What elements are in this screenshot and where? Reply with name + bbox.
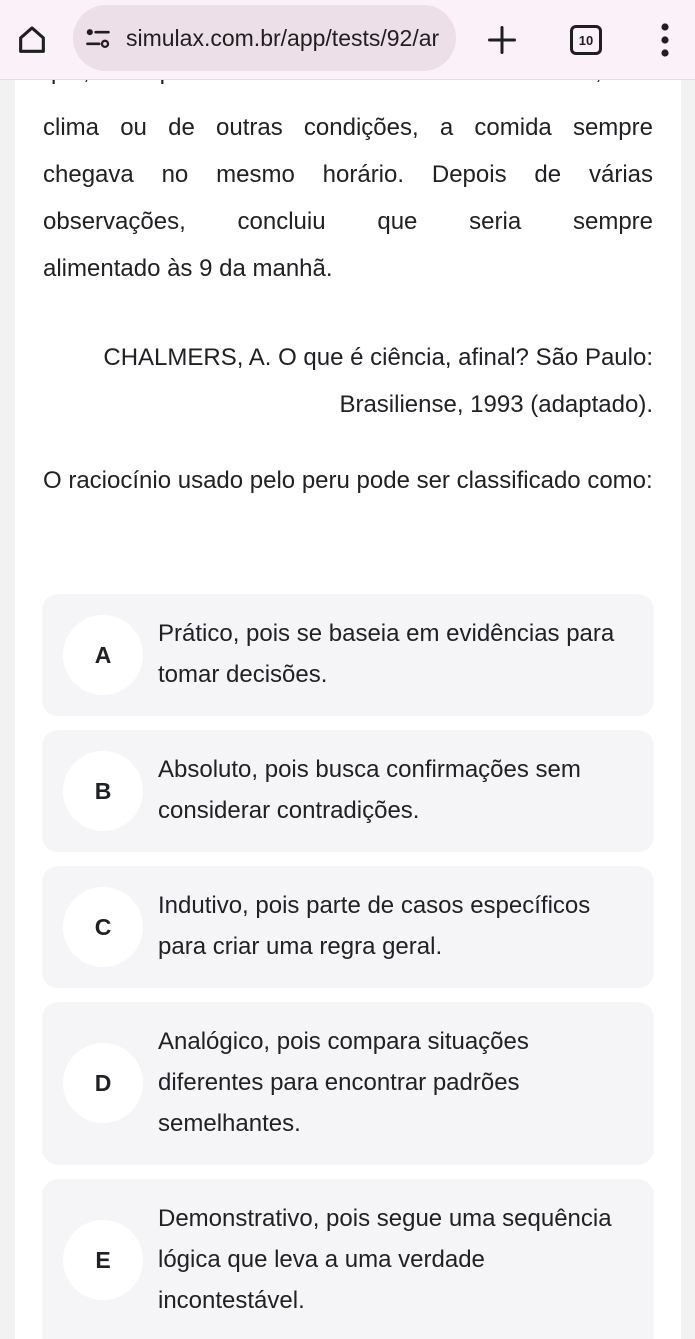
more-vert-icon [661, 23, 669, 57]
passage-line: observações, concluiu que seria sempre [43, 208, 653, 235]
option-e[interactable]: E Demonstrativo, pois segue uma sequênci… [42, 1179, 654, 1339]
citation: CHALMERS, A. O que é ciência, afinal? Sã… [43, 334, 653, 428]
tabs-icon: 10 [570, 25, 602, 55]
citation-line: CHALMERS, A. O que é ciência, afinal? Sã… [103, 344, 653, 371]
passage-line: chegava no mesmo horário. Depois de vári… [43, 161, 653, 188]
tune-icon [86, 29, 110, 49]
passage-text: clima ou de outras condições, a comida s… [43, 104, 653, 292]
passage-line: clima ou de outras condições, a comida s… [43, 114, 653, 141]
option-text: Prático, pois se baseia em evidências pa… [158, 620, 615, 688]
option-d[interactable]: D Analógico, pois compara situações dife… [42, 1002, 654, 1165]
browser-toolbar: simulax.com.br/app/tests/92/ar 10 [0, 0, 695, 80]
option-letter: A [63, 615, 143, 695]
option-text: Demonstrativo, pois segue uma sequência … [158, 1205, 612, 1314]
option-letter: C [63, 887, 143, 967]
passage-line: alimentado às 9 da manhã. [43, 255, 333, 282]
browser-menu-button[interactable] [645, 18, 685, 62]
question-card: que, independentemente do dia da semana,… [15, 80, 681, 1339]
citation-line: Brasiliense, 1993 (adaptado). [339, 391, 653, 418]
home-icon [19, 26, 45, 53]
plus-icon [488, 26, 516, 54]
tab-count: 10 [578, 32, 594, 48]
option-text: Indutivo, pois parte de casos específico… [158, 892, 591, 960]
site-settings-button[interactable] [82, 22, 114, 54]
passage-cut-line: que, independentemente do dia da semana,… [43, 80, 653, 95]
question-prompt: O raciocínio usado pelo peru pode ser cl… [43, 467, 653, 494]
url-text[interactable]: simulax.com.br/app/tests/92/ar [126, 25, 439, 52]
option-text: Absoluto, pois busca confirmações sem co… [158, 756, 581, 824]
tab-switcher-button[interactable]: 10 [566, 20, 606, 60]
option-text: Analógico, pois compara situações difere… [158, 1028, 529, 1137]
option-a[interactable]: A Prático, pois se baseia em evidências … [42, 594, 654, 716]
option-letter: B [63, 751, 143, 831]
address-bar[interactable]: simulax.com.br/app/tests/92/ar [73, 5, 456, 71]
option-letter: E [63, 1220, 143, 1300]
new-tab-button[interactable] [478, 16, 526, 64]
option-c[interactable]: C Indutivo, pois parte de casos específi… [42, 866, 654, 988]
option-b[interactable]: B Absoluto, pois busca confirmações sem … [42, 730, 654, 852]
option-letter: D [63, 1043, 143, 1123]
home-button[interactable] [12, 20, 52, 60]
